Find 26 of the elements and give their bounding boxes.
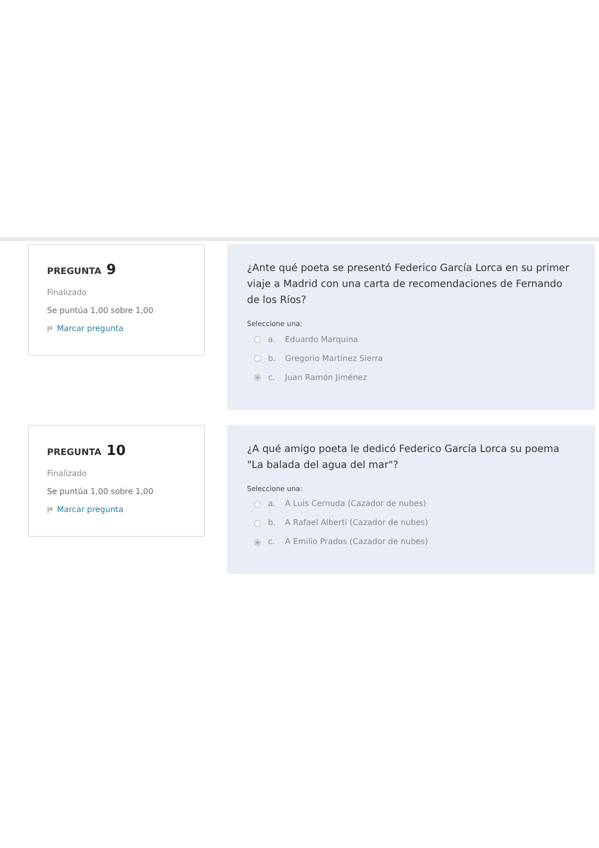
flag-question-link[interactable]: Marcar pregunta bbox=[47, 323, 186, 335]
radio-button[interactable] bbox=[254, 520, 261, 526]
answer-option[interactable]: c. Juan Ramón Jiménez bbox=[254, 372, 575, 384]
flag-icon bbox=[47, 326, 53, 332]
question-text: ¿A qué amigo poeta le dedicó Federico García Lorca su poema "La balada del agua del mar"? bbox=[247, 442, 560, 472]
question-grade: Se puntúa 1,00 sobre 1,00 bbox=[47, 305, 154, 317]
radio-button[interactable] bbox=[254, 538, 261, 546]
answer-option[interactable]: c. A Emilio Prados (Cazador de nubes) bbox=[254, 536, 575, 548]
question-label: PREGUNTA bbox=[47, 446, 102, 460]
radio-button[interactable] bbox=[254, 336, 261, 343]
question-number: 10 bbox=[106, 442, 126, 460]
answer-option[interactable]: b. A Rafael Alberti (Cazador de nubes) bbox=[254, 517, 575, 529]
answer-option[interactable]: b. Gregorio Martínez Sierra bbox=[254, 352, 575, 364]
radio-button[interactable] bbox=[254, 500, 261, 508]
radio-button[interactable] bbox=[254, 355, 261, 362]
question-state: Finalizado bbox=[47, 287, 88, 299]
radio-button[interactable] bbox=[254, 374, 261, 381]
answer-option[interactable]: a. A Luis Cernuda (Cazador de nubes) bbox=[254, 498, 575, 510]
flag-question-link[interactable]: Marcar pregunta bbox=[47, 504, 186, 516]
question-state: Finalizado bbox=[47, 468, 88, 480]
question-label: PREGUNTA bbox=[47, 266, 102, 279]
flag-icon bbox=[47, 506, 53, 512]
question-number: 9 bbox=[106, 261, 116, 280]
answer-option[interactable]: a. Eduardo Marquina bbox=[254, 334, 575, 346]
question-grade: Se puntúa 1,00 sobre 1,00 bbox=[47, 486, 154, 498]
question-text: ¿Ante qué poeta se presentó Federico García Lorca en su primer viaje a Madrid con una carta de recomendaciones de Fernando de los Ríos? bbox=[247, 262, 570, 308]
